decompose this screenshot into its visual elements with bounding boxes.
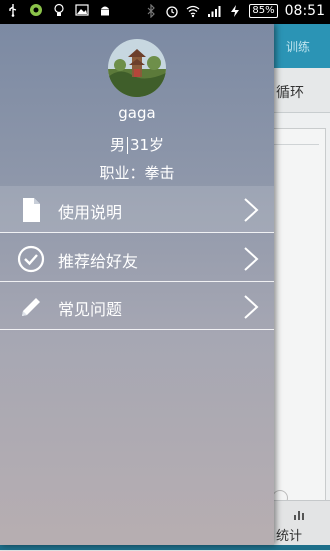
- wifi-icon: [186, 5, 200, 18]
- menu-item-recommend[interactable]: 推荐给好友: [0, 235, 274, 282]
- chart-icon: [294, 511, 304, 520]
- clock: 08:51: [284, 3, 325, 19]
- profile-age: 31岁: [129, 136, 165, 154]
- alarm-icon: [166, 6, 179, 18]
- chevron-right-icon: [244, 247, 259, 271]
- bluetooth-icon: [147, 4, 156, 18]
- android-icon: [101, 6, 109, 16]
- separator: [126, 137, 128, 154]
- usb-icon: [9, 4, 17, 17]
- notification-icons: [6, 3, 112, 17]
- document-icon: [23, 198, 40, 222]
- menu-item-label: 使用说明: [58, 203, 123, 222]
- status-bar: 85% 08:51: [0, 0, 330, 24]
- menu-item-faq[interactable]: 常见问题: [0, 283, 274, 330]
- cycle-label[interactable]: 循环: [276, 82, 304, 102]
- check-circle-icon: [17, 245, 45, 273]
- profile-gender: 男: [109, 136, 125, 154]
- charging-icon: [231, 5, 240, 17]
- menu-item-label: 常见问题: [58, 300, 123, 319]
- chevron-right-icon: [244, 198, 259, 222]
- profile-gender-age: 男 31岁: [0, 134, 274, 155]
- menu-item-instructions[interactable]: 使用说明: [0, 186, 274, 233]
- signal-icon: [208, 6, 221, 17]
- chevron-right-icon: [244, 295, 259, 319]
- menu-item-label: 推荐给好友: [58, 252, 139, 271]
- system-icons: 85% 08:51: [144, 3, 325, 19]
- nav-statistics[interactable]: 统计: [276, 525, 302, 544]
- image-icon: [75, 4, 89, 16]
- profile-name: gaga: [118, 104, 156, 122]
- navigation-drawer: gaga 男 31岁 职业：拳击 使用说明 推荐给好友 常见问题: [0, 24, 274, 545]
- panel-divider: [269, 144, 319, 145]
- battery-indicator: 85%: [249, 4, 278, 18]
- app-notification-icon: [30, 4, 42, 16]
- tab-training[interactable]: 训练: [286, 38, 310, 55]
- bottom-edge: [0, 545, 330, 550]
- avatar-image: [108, 39, 166, 97]
- profile-occupation: 职业：拳击: [99, 164, 175, 182]
- pencil-icon: [22, 298, 40, 316]
- avatar[interactable]: [108, 39, 166, 97]
- lightbulb-icon: [54, 3, 64, 16]
